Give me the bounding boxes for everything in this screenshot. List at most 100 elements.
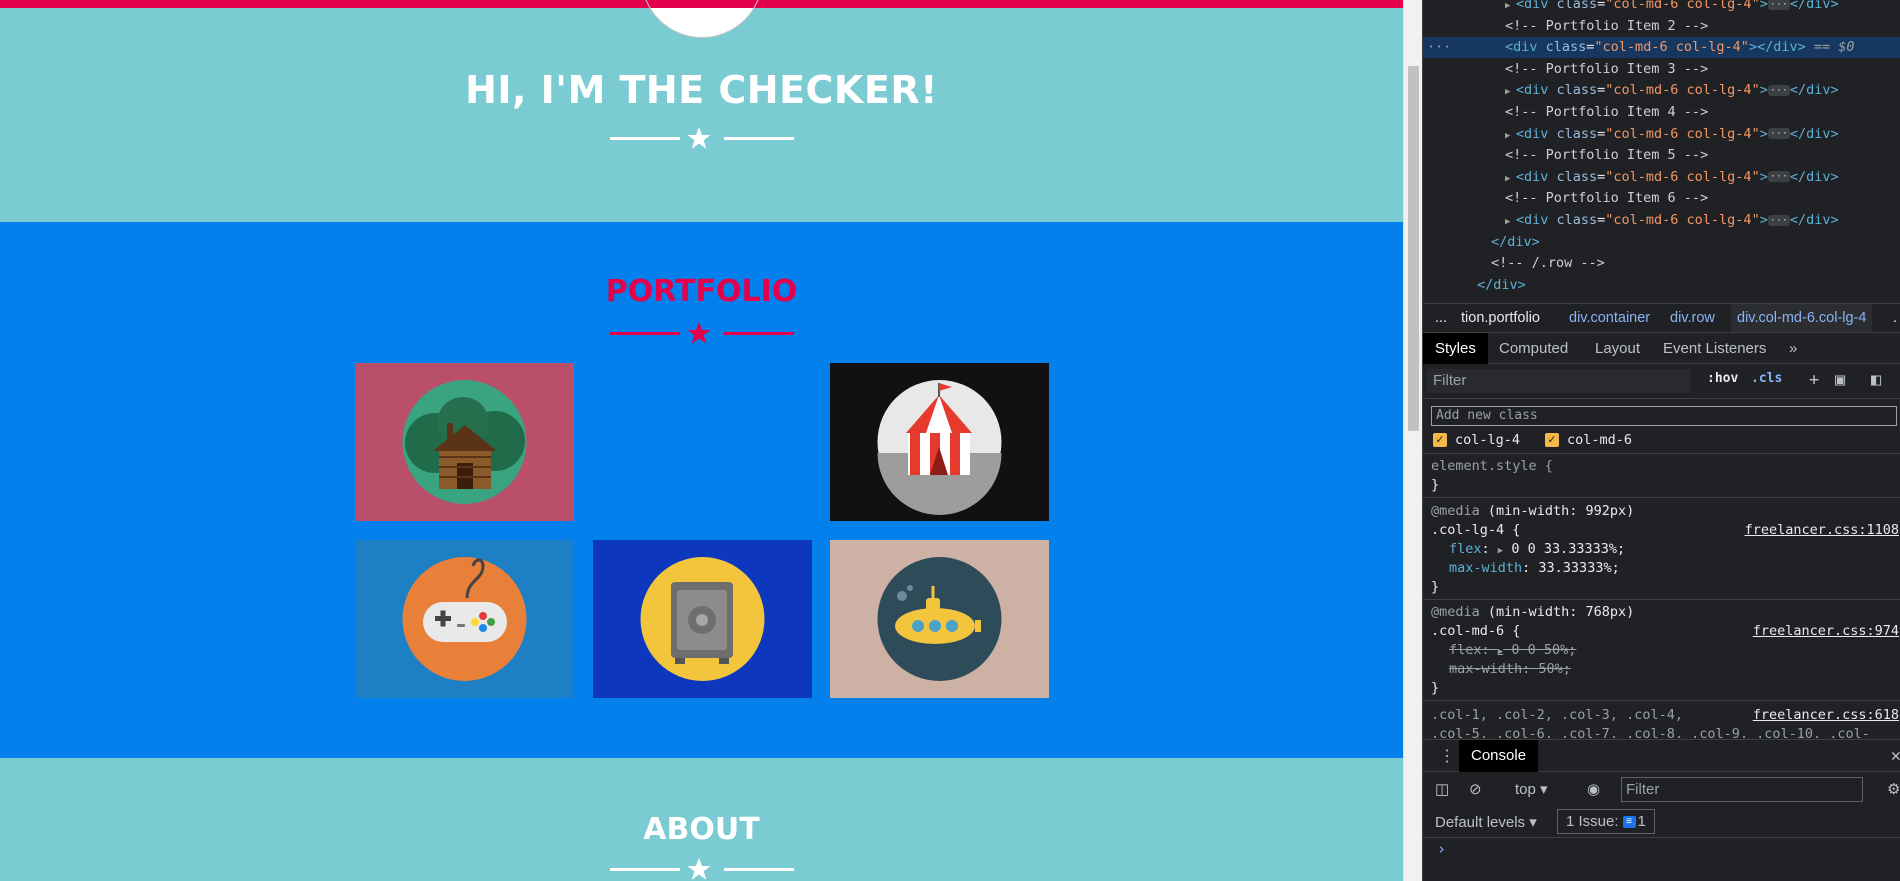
submarine-icon [877,557,1002,681]
eye-icon[interactable]: ◉ [1587,780,1600,798]
portfolio-section: PORTFOLIO [0,222,1403,758]
context-select[interactable]: top ▾ [1515,780,1548,798]
hov-toggle[interactable]: :hov [1707,371,1738,386]
portfolio-item-game-controller[interactable] [355,540,574,698]
close-icon[interactable]: ✕ [1891,746,1900,766]
rule-selector[interactable]: .col-md-6 { [1431,622,1520,641]
dom-node[interactable]: ▶ <div class="col-md-6 col-lg-4"> ··· </di… [1423,210,1900,231]
expand-triangle-icon[interactable]: ▶ [1505,87,1516,97]
scrollbar-thumb[interactable] [1408,66,1419,431]
collapsed-children-icon[interactable]: ··· [1767,214,1790,226]
rule-close: } [1431,477,1440,493]
dom-node[interactable]: ▶ <div class="col-md-6 col-lg-4"> ··· </di… [1423,167,1900,188]
clear-console-icon[interactable]: ⊘ [1469,780,1482,798]
elements-dom-tree[interactable]: ▶ <div class="col-md-6 col-lg-4"> ··· </di… [1423,0,1900,300]
breadcrumb-item[interactable]: div.row [1670,304,1715,332]
tab-event-listeners[interactable]: Event Listeners [1663,333,1766,364]
star-icon [687,858,711,880]
styles-filter-input[interactable]: Filter [1427,369,1691,393]
circus-tent-icon [877,380,1002,515]
divider-line [724,868,794,871]
kebab-menu-icon[interactable]: ⋮ [1439,746,1455,765]
hero-section: HI, I'M THE CHECKER! [0,8,1403,222]
dom-node[interactable]: </div> [1423,232,1900,253]
portfolio-divider [610,321,794,345]
dom-node[interactable]: ▶ <div class="col-md-6 col-lg-4"> ··· </di… [1423,124,1900,145]
checkbox-col-lg-4[interactable]: ✓ [1433,433,1447,447]
expand-triangle-icon[interactable]: ▶ [1505,1,1516,11]
css-declaration[interactable]: max-width: 33.33333%; [1449,559,1620,578]
collapsed-children-icon[interactable]: ··· [1767,128,1790,140]
divider-line [610,137,680,140]
divider-line [610,332,680,335]
media-query: @media (min-width: 768px) [1431,604,1635,620]
checkbox-col-md-6[interactable]: ✓ [1545,433,1559,447]
dom-node-selected[interactable]: ··· <div class="col-md-6 col-lg-4"></div>… [1423,37,1900,59]
breadcrumb-ellipsis[interactable]: ... [1435,304,1447,332]
portfolio-item-submarine[interactable] [830,540,1049,698]
cls-toggle[interactable]: .cls [1751,371,1782,386]
paint-brush-icon[interactable]: ▣ [1835,370,1845,390]
drawer-tabs: ⋮ Console ✕ [1423,739,1900,772]
css-declaration-overridden[interactable]: max-width: 50%; [1449,660,1571,679]
class-label: col-md-6 [1567,432,1633,448]
dom-node[interactable]: <!-- Portfolio Item 3 --> [1423,59,1900,80]
rule-close: } [1431,579,1440,595]
rule-selector[interactable]: .col-lg-4 { [1431,521,1520,540]
tab-computed[interactable]: Computed [1499,333,1568,364]
console-levels-row: Default levels ▾ 1 Issue: ≡ 1 [1423,806,1900,838]
divider-line [724,137,794,140]
dom-node[interactable]: <!-- Portfolio Item 4 --> [1423,102,1900,123]
console-filter-input[interactable]: Filter [1621,777,1863,802]
tab-styles[interactable]: Styles [1423,333,1488,364]
page-scrollbar[interactable] [1403,0,1422,881]
log-levels-dropdown[interactable]: Default levels ▾ [1435,813,1537,831]
breadcrumb-more[interactable]: . [1893,304,1897,332]
issues-button[interactable]: 1 Issue: ≡ 1 [1557,809,1655,834]
portfolio-title: PORTFOLIO [605,274,798,309]
expand-triangle-icon[interactable]: ▶ [1505,131,1516,141]
breadcrumb-item[interactable]: div.container [1569,304,1650,332]
settings-gear-icon[interactable]: ⚙ [1887,780,1900,798]
new-style-rule-icon[interactable]: + [1809,370,1819,390]
source-link[interactable]: freelancer.css:618 [1753,706,1899,725]
add-class-input[interactable]: Add new class [1431,406,1897,426]
source-link[interactable]: freelancer.css:1108 [1745,521,1899,540]
expand-triangle-icon[interactable]: ▶ [1505,217,1516,227]
sidebar-toggle-icon[interactable]: ◫ [1435,780,1449,798]
collapsed-children-icon[interactable]: ··· [1767,171,1790,183]
tab-console[interactable]: Console [1459,740,1539,772]
dom-node[interactable]: ▶ <div class="col-md-6 col-lg-4"> ··· </di… [1423,0,1900,15]
portfolio-item-circus-tent[interactable] [830,363,1049,521]
tab-layout[interactable]: Layout [1595,333,1640,364]
star-icon [687,127,711,149]
dom-node[interactable]: <!-- Portfolio Item 2 --> [1423,16,1900,37]
console-toolbar: ◫ ⊘ top ▾ ◉ Filter ⚙ [1423,773,1900,806]
console-prompt[interactable]: › [1437,840,1446,858]
class-label: col-lg-4 [1455,432,1521,448]
dom-node[interactable]: </div> [1423,275,1900,296]
css-declaration-overridden[interactable]: flex: ▶ 0 0 50%; [1449,641,1576,660]
dom-node[interactable]: ▶ <div class="col-md-6 col-lg-4"> ··· </di… [1423,80,1900,101]
css-declaration[interactable]: flex: ▶ 0 0 33.33333%; [1449,540,1625,559]
devtools-panel: ▶ <div class="col-md-6 col-lg-4"> ··· </di… [1422,0,1900,881]
divider-line [610,868,680,871]
dom-node[interactable]: <!-- /.row --> [1423,253,1900,274]
css-rules: element.style { } @media (min-width: 992… [1423,455,1900,738]
toggle-sidebar-icon[interactable]: ◧ [1871,370,1881,390]
element-style-selector[interactable]: element.style { [1431,457,1553,476]
expand-triangle-icon[interactable]: ▶ [1505,174,1516,184]
breadcrumb-item-selected[interactable]: div.col-md-6.col-lg-4 [1731,304,1873,332]
collapsed-children-icon[interactable]: ··· [1767,0,1790,10]
rule-selector[interactable]: .col-1, .col-2, .col-3, .col-4, [1431,706,1683,725]
dom-node[interactable]: <!-- Portfolio Item 6 --> [1423,188,1900,209]
collapsed-children-icon[interactable]: ··· [1767,84,1790,96]
more-tabs-icon[interactable]: » [1789,333,1797,364]
source-link[interactable]: freelancer.css:974 [1753,622,1899,641]
portfolio-item-cabin[interactable] [355,363,574,521]
dom-node[interactable]: <!-- Portfolio Item 5 --> [1423,145,1900,166]
breadcrumb-item[interactable]: tion.portfolio [1461,304,1540,332]
portfolio-item-safe[interactable] [593,540,812,698]
node-actions-icon[interactable]: ··· [1427,37,1451,58]
divider-line [724,332,794,335]
